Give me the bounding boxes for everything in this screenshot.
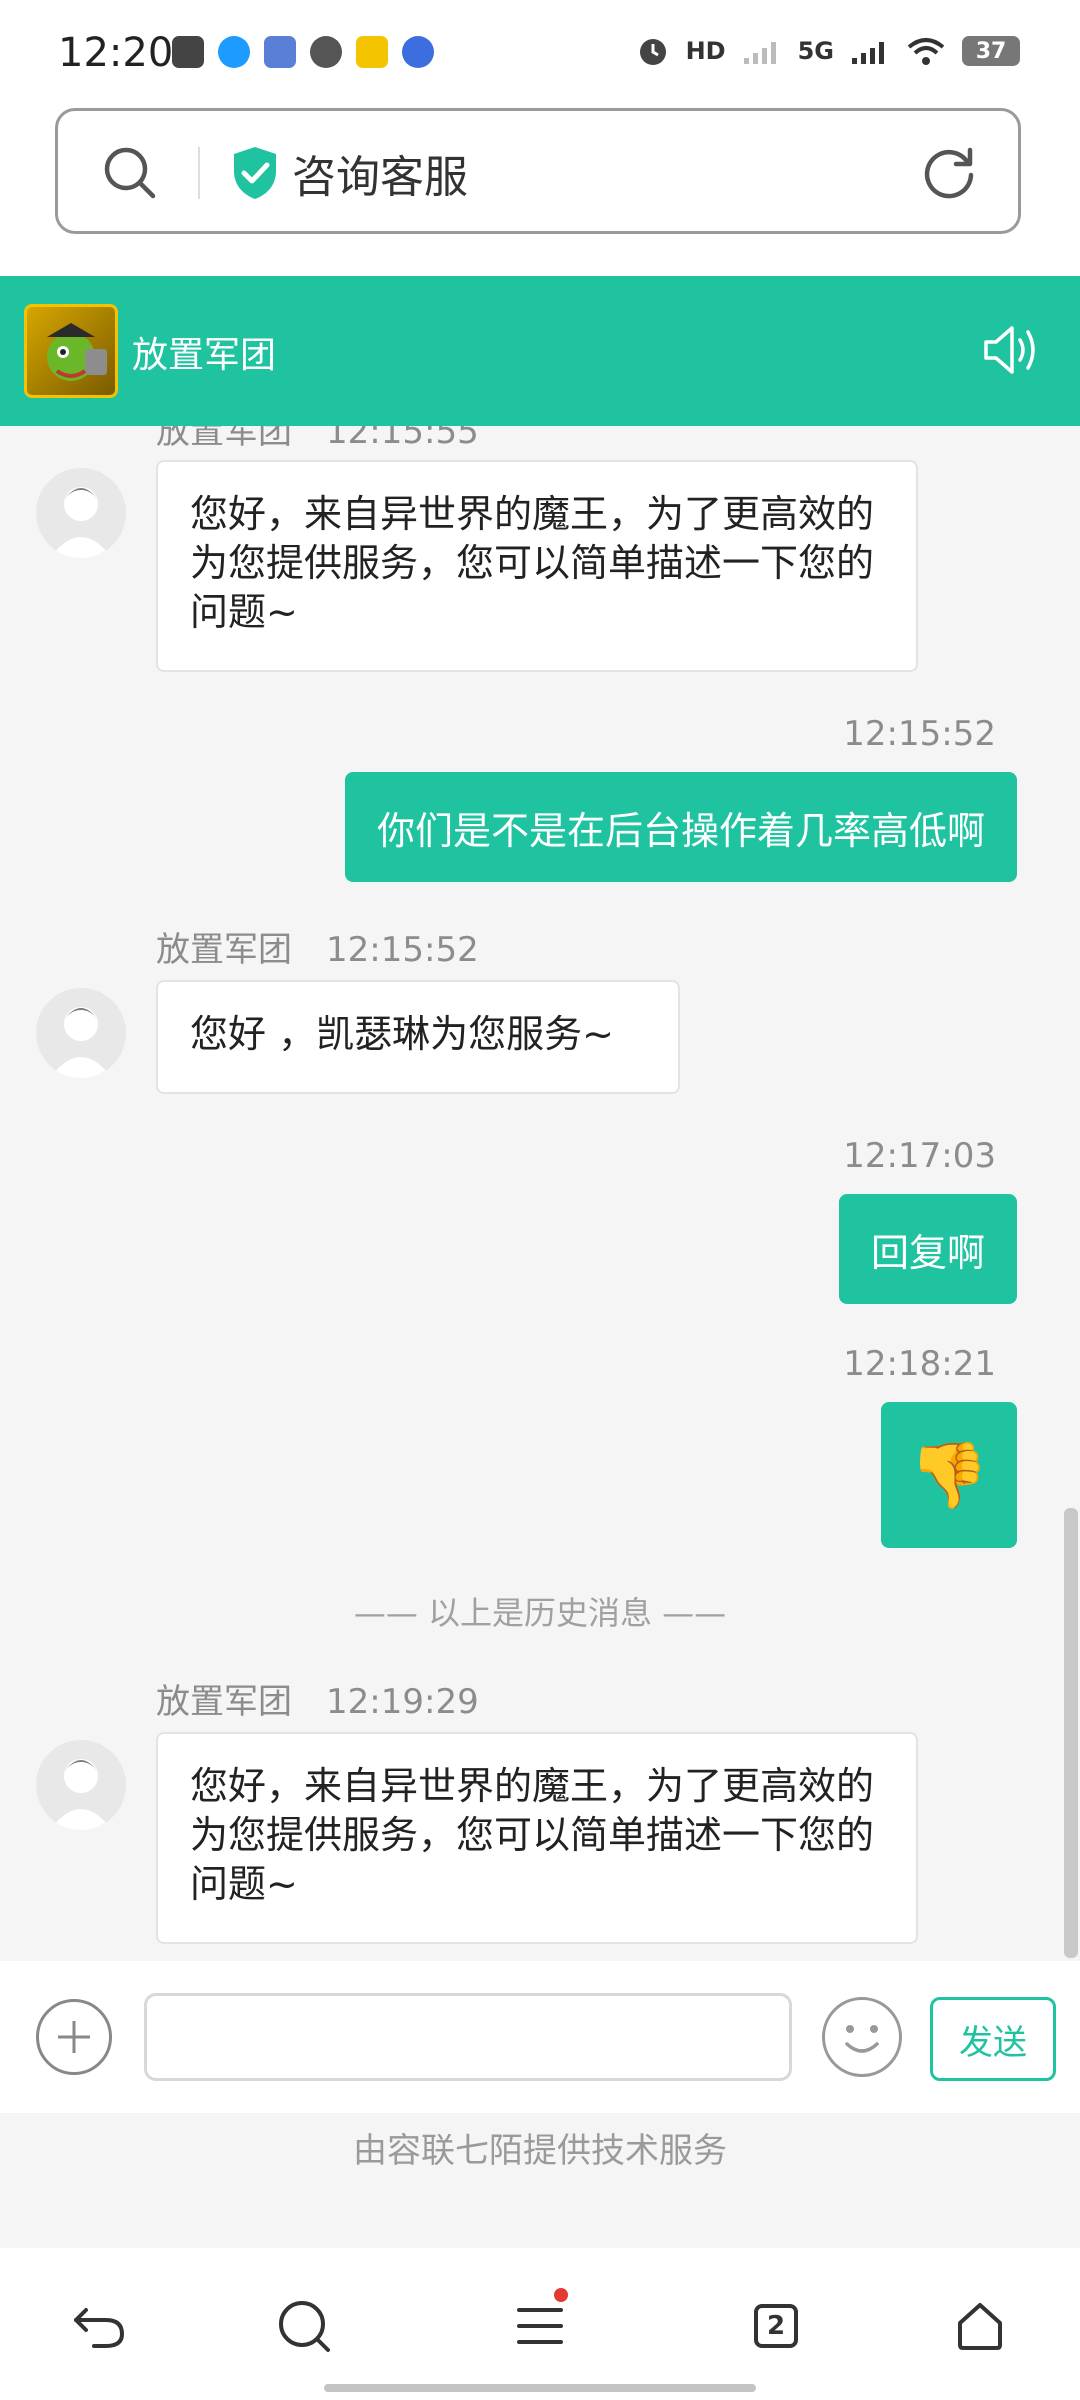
message-meta: 放置军团 12:19:29 [156,1674,479,1723]
user-message-bubble: 回复啊 [838,1194,1017,1304]
meituan-icon [356,36,388,68]
add-attachment-button[interactable] [36,1999,112,2075]
menu-button[interactable] [510,2288,570,2356]
scrollbar[interactable] [1064,1508,1078,1958]
tabs-button[interactable]: 2 [746,2296,806,2356]
agent-avatar [36,468,126,558]
agent-message-bubble: 您好 ，凯瑟琳为您服务~ [156,980,680,1094]
agent-avatar [36,1740,126,1830]
speaker-icon[interactable] [980,322,1042,378]
chat-title: 放置军团 [132,335,277,376]
agent-message-bubble: 您好，来自异世界的魔王，为了更高效的为您提供服务，您可以简单描述一下您的问题~ [156,1732,918,1944]
sender-name: 放置军团 [156,930,292,970]
status-indicators: HD 5G 37 [636,34,1020,68]
send-button[interactable]: 发送 [930,1997,1056,2081]
bottom-nav: 2 [0,2248,1080,2400]
agent-message-bubble: 您好，来自异世界的魔王，为了更高效的为您提供服务，您可以简单描述一下您的问题~ [156,460,918,672]
notification-icons [172,36,434,68]
status-time: 12:20 [58,30,174,76]
page-title: 咨询客服 [292,152,468,203]
app-notification-icon [172,36,204,68]
alarm-icon [639,39,666,65]
qq-icon [218,36,250,68]
tech-credit: 由容联七陌提供技术服务 [0,2113,1080,2248]
search-icon [279,2301,330,2352]
wifi-icon [907,38,945,65]
message-time: 12:15:52 [326,930,479,970]
signal-weak-icon [743,42,776,64]
divider [198,147,200,199]
sender-name: 放置军团 [156,426,292,452]
agent-avatar [36,988,126,1078]
network-type: 5G [797,37,834,65]
tabs-count: 2 [754,2304,798,2348]
emoji-button[interactable] [822,1997,902,2077]
message-input-bar: 发送 [0,1961,1080,2113]
plus-icon [58,2021,90,2053]
search-icon[interactable] [102,145,158,201]
notification-dot [554,2288,568,2302]
battery-indicator: 37 [962,36,1020,66]
message-time: 12:17:03 [843,1136,996,1176]
game-logo [24,304,118,398]
browser-address-bar[interactable]: 咨询客服 [55,108,1021,234]
game-notification-icon [264,36,296,68]
smiley-icon [845,2025,879,2053]
back-button[interactable] [70,2296,130,2356]
sender-name: 放置军团 [156,1682,292,1722]
search-button[interactable] [274,2296,334,2356]
chat-message-list[interactable]: 放置军团 12:15:55 您好，来自异世界的魔王，为了更高效的为您提供服务，您可… [0,426,1080,1961]
user-message-bubble: 你们是不是在后台操作着几率高低啊 [344,772,1017,882]
wechat-icon [310,36,342,68]
home-icon [958,2303,1002,2350]
message-meta: 放置军团 12:15:52 [156,922,479,971]
home-button[interactable] [950,2296,1010,2356]
signal-icon [852,42,884,64]
refresh-icon[interactable] [920,143,978,201]
message-time: 12:18:21 [843,1344,996,1384]
history-divider: —— 以上是历史消息 —— [353,1594,727,1632]
baidu-icon [402,36,434,68]
message-time: 12:19:29 [326,1682,479,1722]
message-meta: 放置军团 12:15:55 [156,426,479,453]
home-indicator[interactable] [324,2384,756,2392]
chat-header: 放置军团 [0,276,1080,426]
message-time: 12:15:55 [326,426,479,452]
message-input[interactable] [144,1993,792,2081]
back-icon [74,2308,125,2348]
hd-indicator: HD [685,37,726,65]
message-time: 12:15:52 [843,714,996,754]
user-emoji-bubble: 👎 [881,1402,1017,1548]
status-bar: 12:20 HD 5G 37 [0,0,1080,105]
shield-check-icon [234,147,276,199]
menu-icon [517,2308,563,2344]
